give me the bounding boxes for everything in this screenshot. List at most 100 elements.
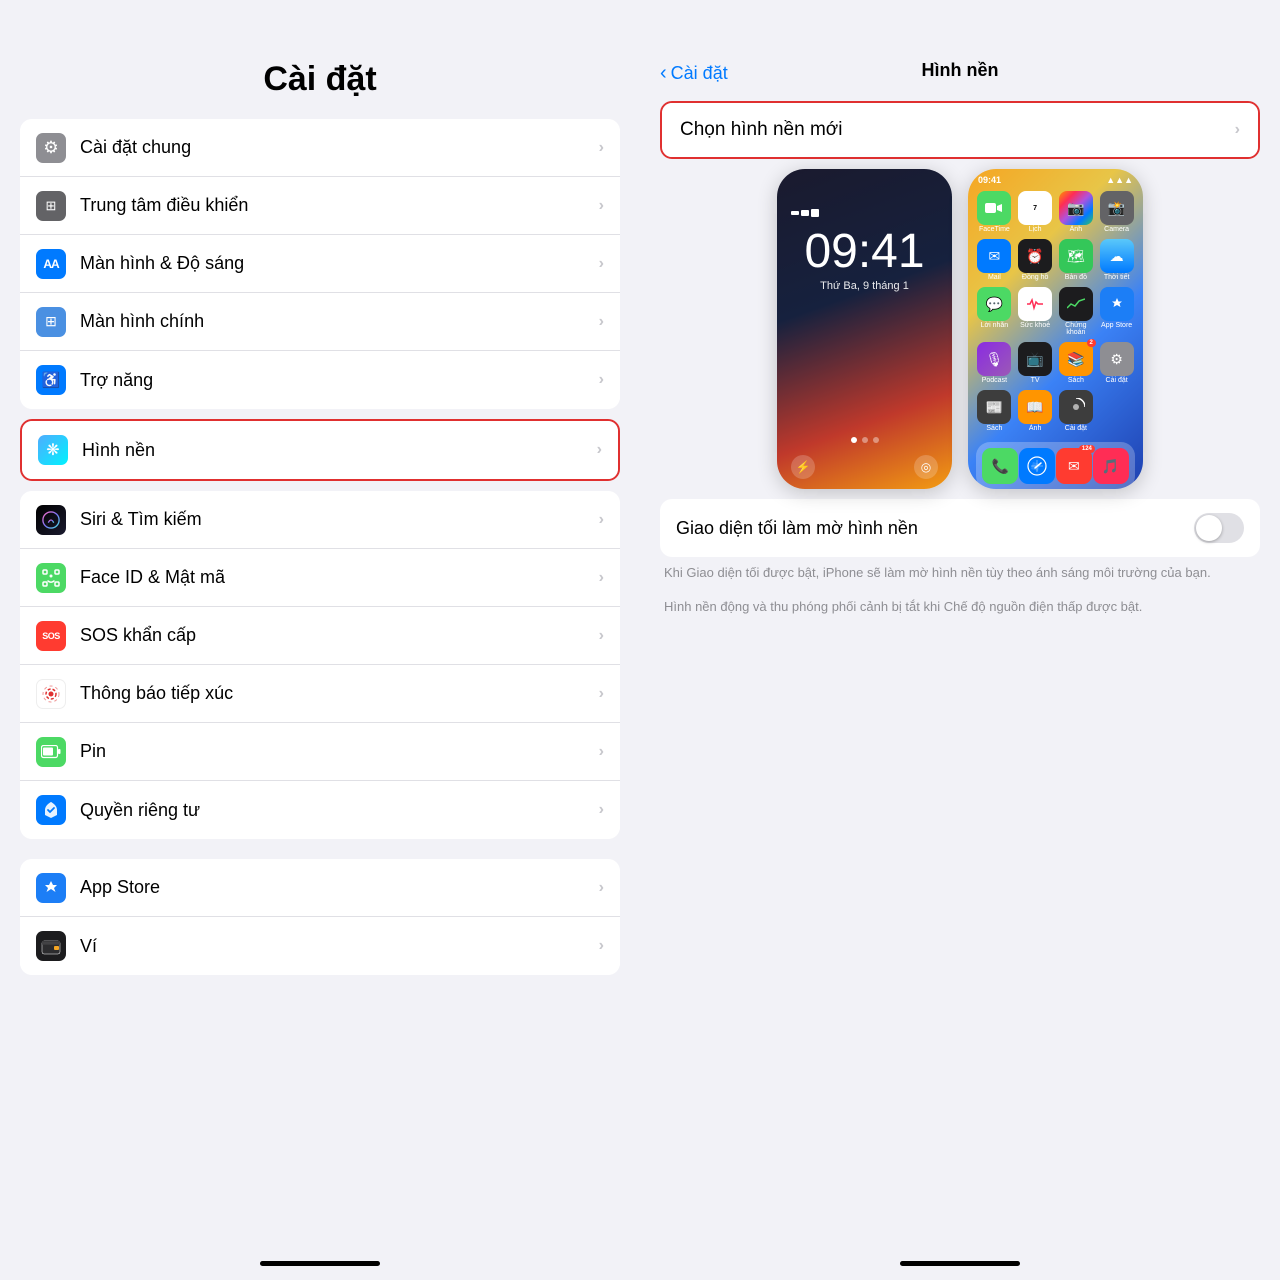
label-man-hinh-chinh: Màn hình chính: [80, 311, 599, 332]
choose-wallpaper-row[interactable]: Chọn hình nền mới ›: [662, 103, 1258, 157]
dark-mode-toggle-section: Giao diện tối làm mờ hình nền: [660, 499, 1260, 557]
app-settings-home: ⚙ Cài đặt: [1098, 342, 1136, 384]
gear-icon: ⚙: [36, 133, 66, 163]
settings-group-siri: Siri & Tìm kiếm › Face ID & Mật mã › SOS…: [20, 491, 620, 839]
app-books2: 📖 Ảnh: [1016, 390, 1054, 432]
toggle-icon: ⊞: [36, 191, 66, 221]
home-screen-bg: 09:41 ▲▲▲ FaceTime: [968, 169, 1143, 489]
app-weather: ☁ Thời tiết: [1098, 239, 1136, 281]
calendar-icon: 7: [1018, 191, 1052, 225]
podcasts-label: Podcast: [982, 377, 1007, 384]
aa-icon: AA: [36, 249, 66, 279]
row-thong-bao[interactable]: Thông báo tiếp xúc ›: [20, 665, 620, 723]
row-tro-nang[interactable]: ♿ Trợ năng ›: [20, 351, 620, 409]
siri-icon: [36, 505, 66, 535]
weather-label: Thời tiết: [1104, 274, 1130, 281]
app-photos: 📷 Ảnh: [1057, 191, 1095, 233]
settings-home-label: Cài đặt: [1106, 377, 1128, 384]
chevron-hinh-nen: ›: [597, 441, 602, 459]
lock-screen-bg: 09:41 Thứ Ba, 9 tháng 1 ⚡ ◎: [777, 169, 952, 489]
app-calendar: 7 Lịch: [1016, 191, 1054, 233]
desc-text-1: Khi Giao diện tối được bật, iPhone sẽ là…: [664, 563, 1256, 583]
health-icon: [1018, 287, 1052, 321]
wallpaper-preview-section: 09:41 Thứ Ba, 9 tháng 1 ⚡ ◎ 09:41 ▲: [660, 169, 1260, 489]
left-home-indicator: [260, 1261, 380, 1266]
calendar-label: Lịch: [1029, 226, 1042, 233]
chevron-sos: ›: [599, 627, 604, 645]
row-sos[interactable]: SOS SOS khẩn cấp ›: [20, 607, 620, 665]
right-panel: ‹ Cài đặt Hình nền Chọn hình nền mới › 0…: [640, 0, 1280, 1280]
row-vi[interactable]: Ví ›: [20, 917, 620, 975]
maps-label: Bản đồ: [1065, 274, 1087, 281]
app-row-5: 📰 Sách 📖 Ảnh: [974, 390, 1137, 432]
contact-tracing-icon: [36, 679, 66, 709]
clock-label: Đồng hồ: [1022, 274, 1048, 281]
books-label: Sách: [1068, 377, 1084, 384]
messages-label: Lời nhắn: [981, 322, 1009, 329]
row-hinh-nen[interactable]: ❋ Hình nền ›: [22, 421, 618, 479]
row-app-store[interactable]: App Store ›: [20, 859, 620, 917]
app-grid: FaceTime 7 Lịch 📷 Ảnh: [968, 187, 1143, 442]
row-man-hinh-do-sang[interactable]: AA Màn hình & Độ sáng ›: [20, 235, 620, 293]
label-man-hinh-do-sang: Màn hình & Độ sáng: [80, 253, 599, 274]
books2-label: Ảnh: [1029, 425, 1041, 432]
row-siri[interactable]: Siri & Tìm kiếm ›: [20, 491, 620, 549]
chevron-quyen-rieng-tu: ›: [599, 801, 604, 819]
app-row-1: FaceTime 7 Lịch 📷 Ảnh: [974, 191, 1137, 233]
books-badge: 2: [1087, 339, 1096, 347]
stocks-icon: [1059, 287, 1093, 321]
label-vi: Ví: [80, 936, 599, 957]
label-thong-bao: Thông báo tiếp xúc: [80, 683, 599, 704]
app-messages: 💬 Lời nhắn: [975, 287, 1013, 336]
choose-wallpaper-label: Chọn hình nền mới: [680, 119, 1235, 141]
appstore-home-label: App Store: [1101, 322, 1132, 329]
label-trung-tam: Trung tâm điều khiển: [80, 195, 599, 216]
home-screen-preview[interactable]: 09:41 ▲▲▲ FaceTime: [968, 169, 1143, 489]
settings2-icon: [1059, 390, 1093, 424]
label-hinh-nen: Hình nền: [82, 440, 597, 461]
row-pin[interactable]: Pin ›: [20, 723, 620, 781]
app-health: Sức khoẻ: [1016, 287, 1054, 336]
row-face-id[interactable]: Face ID & Mật mã ›: [20, 549, 620, 607]
toggle-thumb: [1196, 515, 1222, 541]
messages-icon: 💬: [977, 287, 1011, 321]
empty-icon: [1100, 390, 1134, 424]
lock-dot-2: [862, 437, 868, 443]
chevron-cai-dat-chung: ›: [599, 139, 604, 157]
home-dock: 📞 ✉ 124 🎵: [976, 442, 1135, 489]
back-button[interactable]: ‹ Cài đặt: [660, 62, 728, 85]
back-chevron-icon: ‹: [660, 62, 667, 85]
label-quyen-rieng-tu: Quyền riêng tư: [80, 800, 599, 821]
row-cai-dat-chung[interactable]: ⚙ Cài đặt chung ›: [20, 119, 620, 177]
flower-icon: ❋: [38, 435, 68, 465]
app-maps: 🗺 Bản đồ: [1057, 239, 1095, 281]
app-mail: ✉ Mail: [975, 239, 1013, 281]
app-stocks: Chứng khoán: [1057, 287, 1095, 336]
battery-icon: [36, 737, 66, 767]
settings-group-hinh-nen-highlighted: ❋ Hình nền ›: [20, 419, 620, 481]
chevron-vi: ›: [599, 937, 604, 955]
right-header-area: ‹ Cài đặt Hình nền: [640, 0, 1280, 91]
dark-mode-switch[interactable]: [1194, 513, 1244, 543]
row-quyen-rieng-tu[interactable]: Quyền riêng tư ›: [20, 781, 620, 839]
appletv-label: TV: [1031, 377, 1040, 384]
right-home-indicator: [900, 1261, 1020, 1266]
label-tro-nang: Trợ năng: [80, 370, 599, 391]
row-man-hinh-chinh[interactable]: ⊞ Màn hình chính ›: [20, 293, 620, 351]
lock-dot-3: [873, 437, 879, 443]
chevron-tro-nang: ›: [599, 371, 604, 389]
app-books: 📚 2 Sách: [1057, 342, 1095, 384]
dark-mode-toggle-row[interactable]: Giao diện tối làm mờ hình nền: [660, 499, 1260, 557]
row-trung-tam[interactable]: ⊞ Trung tâm điều khiển ›: [20, 177, 620, 235]
lock-screen-preview[interactable]: 09:41 Thứ Ba, 9 tháng 1 ⚡ ◎: [777, 169, 952, 489]
mail-label: Mail: [988, 274, 1001, 281]
podcasts-icon: 🎙: [977, 342, 1011, 376]
dock-music-icon: 🎵: [1093, 448, 1129, 484]
label-app-store: App Store: [80, 877, 599, 898]
stocks-label: Chứng khoán: [1057, 322, 1095, 336]
app-camera: 📸 Camera: [1098, 191, 1136, 233]
lock-date-display: Thứ Ba, 9 tháng 1: [820, 280, 909, 292]
app-appletv: 📺 TV: [1016, 342, 1054, 384]
weather-icon: ☁: [1100, 239, 1134, 273]
label-siri: Siri & Tìm kiếm: [80, 509, 599, 530]
